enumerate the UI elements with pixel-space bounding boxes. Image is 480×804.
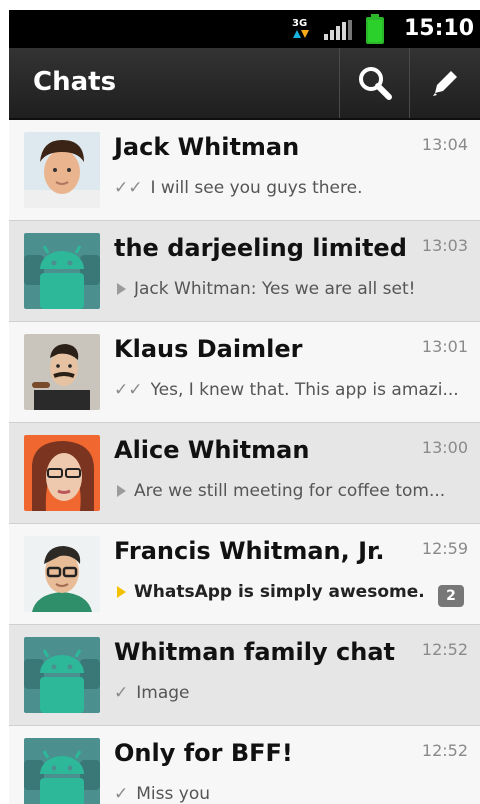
chat-time: 12:52	[421, 741, 468, 760]
avatar	[24, 435, 100, 511]
play-icon	[117, 283, 126, 295]
avatar	[24, 132, 100, 208]
chat-preview-text: Jack Whitman: Yes we are all set!	[134, 279, 416, 299]
double-check-icon: ✓✓	[114, 178, 143, 198]
app-window: 3G 15:10 Chats Jack Whitman 13:04 ✓✓ I w…	[0, 0, 480, 804]
chat-preview: ✓✓ I will see you guys there.	[114, 178, 469, 198]
chat-row[interactable]: Whitman family chat 12:52 ✓ Image	[9, 625, 480, 726]
chat-name: Only for BFF!	[114, 739, 293, 767]
chat-row[interactable]: Francis Whitman, Jr. 12:59 WhatsApp is s…	[9, 524, 480, 625]
chat-time: 13:00	[421, 438, 468, 457]
network-3g-icon: 3G	[290, 18, 310, 42]
network-label: 3G	[292, 18, 308, 29]
avatar	[24, 334, 100, 410]
compose-button[interactable]	[409, 48, 480, 118]
group-avatar	[24, 637, 100, 713]
left-edge	[0, 0, 9, 804]
chat-preview: ✓ Image	[114, 683, 469, 703]
chat-preview: ✓ Miss you	[114, 784, 469, 804]
chat-name: Francis Whitman, Jr.	[114, 537, 385, 565]
chat-row[interactable]: Alice Whitman 13:00 Are we still meeting…	[9, 423, 480, 524]
status-time: 15:10	[403, 16, 474, 41]
chat-preview: ✓✓ Yes, I knew that. This app is amazi..…	[114, 380, 469, 400]
chat-preview: Are we still meeting for coffee tom...	[114, 481, 469, 501]
status-bar: 3G 15:10	[9, 10, 480, 48]
chat-name: the darjeeling limited	[114, 234, 407, 262]
avatar	[24, 536, 100, 612]
group-avatar	[24, 233, 100, 309]
chat-preview-text: Miss you	[136, 784, 210, 804]
group-avatar	[24, 738, 100, 804]
signal-strength-icon	[324, 20, 352, 40]
chat-name: Alice Whitman	[114, 436, 310, 464]
chat-list: Jack Whitman 13:04 ✓✓ I will see you guy…	[9, 120, 480, 804]
page-title: Chats	[33, 67, 117, 97]
search-icon	[359, 67, 392, 100]
unread-play-icon	[117, 586, 126, 598]
double-check-icon: ✓✓	[114, 380, 143, 400]
chat-name: Jack Whitman	[114, 133, 300, 161]
battery-icon	[366, 13, 384, 44]
check-icon: ✓	[114, 784, 129, 804]
action-bar: Chats	[9, 48, 480, 120]
status-icons: 3G	[290, 13, 384, 44]
check-icon: ✓	[114, 683, 129, 703]
chat-preview: Jack Whitman: Yes we are all set!	[114, 279, 469, 299]
chat-time: 12:59	[421, 539, 468, 558]
chat-preview-text: Are we still meeting for coffee tom...	[134, 481, 446, 501]
chat-preview-text: WhatsApp is simply awesome.	[134, 582, 425, 602]
chat-name: Whitman family chat	[114, 638, 395, 666]
chat-row[interactable]: Jack Whitman 13:04 ✓✓ I will see you guy…	[9, 120, 480, 221]
chat-row[interactable]: Only for BFF! 12:52 ✓ Miss you	[9, 726, 480, 804]
chat-time: 12:52	[421, 640, 468, 659]
search-button[interactable]	[339, 48, 410, 118]
chat-preview: WhatsApp is simply awesome.	[114, 582, 434, 602]
chat-name: Klaus Daimler	[114, 335, 303, 363]
chat-row[interactable]: the darjeeling limited 13:03 Jack Whitma…	[9, 221, 480, 322]
chat-preview-text: I will see you guys there.	[150, 178, 363, 198]
chat-time: 13:01	[421, 337, 468, 356]
chat-row[interactable]: Klaus Daimler 13:01 ✓✓ Yes, I knew that.…	[9, 322, 480, 423]
chat-preview-text: Yes, I knew that. This app is amazi...	[150, 380, 459, 400]
chat-time: 13:04	[421, 135, 468, 154]
play-icon	[117, 485, 126, 497]
unread-count-badge: 2	[438, 585, 464, 607]
chat-time: 13:03	[421, 236, 468, 255]
chat-preview-text: Image	[136, 683, 190, 703]
pencil-icon	[433, 71, 457, 96]
